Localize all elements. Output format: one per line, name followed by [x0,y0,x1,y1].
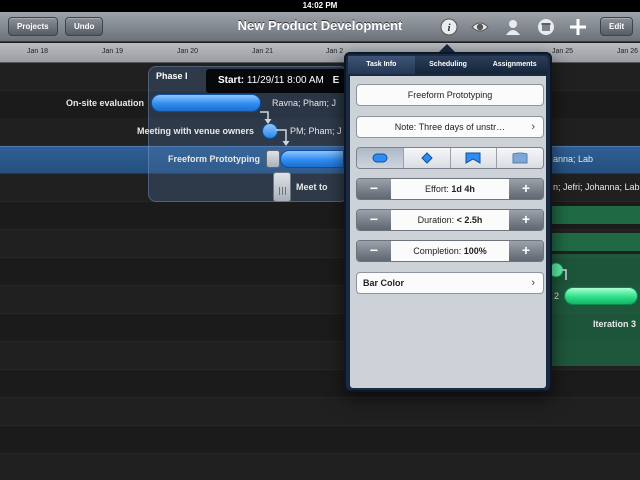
task-label[interactable]: Meeting with venue owners [100,126,254,136]
toolbar: Projects Undo New Product Development i … [0,12,640,42]
timeline-date: Jan 20 [177,48,199,55]
grip-icon [279,187,286,195]
popover-tabs: Task Info Scheduling Assignments [348,56,548,74]
bar-shape-icon [372,153,388,163]
tab-scheduling[interactable]: Scheduling [415,56,482,74]
tab-task-info[interactable]: Task Info [348,56,415,74]
document-title: New Product Development [237,18,403,33]
timeline-date: Jan 19 [102,48,124,55]
start-label: Start: [218,75,245,86]
bar-color-label: Bar Color [363,278,405,288]
app-window: 14:02 PM Projects Undo New Product Devel… [0,0,640,480]
timeline-date: Jan 2 [326,48,344,55]
timeline-date: Jan 21 [252,48,274,55]
effort-increment-button[interactable]: + [509,179,543,199]
bar-color-row[interactable]: Bar Color › [356,272,544,294]
chevron-right-icon: › [531,277,535,289]
chevron-right-icon: › [531,121,535,133]
completion-label: Completion: [413,246,462,256]
task-label[interactable]: Meet to [296,182,340,192]
iteration-label[interactable]: Iteration 3 [580,319,636,329]
completion-value: Completion: 100% [391,241,509,261]
tab-assignments[interactable]: Assignments [481,56,548,74]
resource-label: n; Jefri; Johanna; Lab [553,182,640,192]
info-icon[interactable]: i [440,18,458,36]
timeline-date: Jan 18 [27,48,49,55]
effort-amount: 1d 4h [451,184,475,194]
drag-handle[interactable] [273,172,291,202]
edit-button[interactable]: Edit [600,17,634,36]
group-shape-icon [512,152,528,164]
note-text: Note: Three days of unstr… [394,122,506,132]
completion-decrement-button[interactable]: − [357,241,391,261]
shape-option-bar[interactable] [357,148,404,168]
effort-stepper: − Effort: 1d 4h + [356,178,544,200]
person-icon[interactable] [504,18,522,36]
start-date-tooltip: Start: 11/29/11 8:00 AM E [206,69,348,93]
task-info-popover: Task Info Scheduling Assignments Freefor… [344,52,552,392]
eye-icon[interactable] [471,18,489,36]
bar-resize-handle[interactable] [266,150,280,168]
phase-label: Phase I [156,71,188,81]
task-label-selected[interactable]: Freeform Prototyping [120,154,260,164]
note-field[interactable]: Note: Three days of unstr… › [356,116,544,138]
group-band[interactable] [548,233,640,251]
timeline-date: Jan 26 [617,48,639,55]
resource-label: anna; Lab [553,154,594,164]
duration-decrement-button[interactable]: − [357,210,391,230]
start-trailing: E [332,75,340,86]
task-label[interactable]: On-site evaluation [20,98,144,108]
box-icon[interactable] [537,18,555,36]
resource-label: Ravna; Pham; J [272,98,337,108]
diamond-shape-icon [420,152,433,164]
bracket-shape-icon [465,152,481,164]
iteration-fragment-label: 2 [554,291,560,301]
completion-amount: 100% [463,246,487,256]
shape-option-bracket[interactable] [450,148,498,168]
gantt-row [0,454,640,480]
undo-button[interactable]: Undo [65,17,104,36]
task-bar-selected[interactable] [280,150,344,168]
status-bar: 14:02 PM [0,0,640,12]
duration-increment-button[interactable]: + [509,210,543,230]
gantt-row [0,398,640,426]
bar-shape-selector [356,147,544,169]
completion-stepper: − Completion: 100% + [356,240,544,262]
projects-button[interactable]: Projects [8,17,58,36]
duration-label: Duration: [417,215,455,225]
shape-option-diamond[interactable] [403,148,451,168]
effort-decrement-button[interactable]: − [357,179,391,199]
gantt-row [0,426,640,454]
status-time: 14:02 PM [302,1,338,10]
effort-value: Effort: 1d 4h [391,179,509,199]
task-name-field[interactable]: Freeform Prototyping [356,84,544,106]
timeline-date: Jan 25 [552,48,574,55]
group-band[interactable] [548,206,640,224]
milestone-green[interactable] [550,262,570,286]
duration-value: Duration: < 2.5h [391,210,509,230]
duration-stepper: − Duration: < 2.5h + [356,209,544,231]
popover-body: Freeform Prototyping Note: Three days of… [350,76,546,388]
task-bar[interactable] [151,94,261,112]
iteration-bar[interactable] [564,287,638,305]
duration-amount: < 2.5h [456,215,483,225]
plus-icon[interactable] [569,18,587,36]
completion-increment-button[interactable]: + [509,241,543,261]
shape-option-group[interactable] [497,148,543,168]
start-value: 11/29/11 8:00 AM [246,75,324,86]
effort-label: Effort: [425,184,449,194]
